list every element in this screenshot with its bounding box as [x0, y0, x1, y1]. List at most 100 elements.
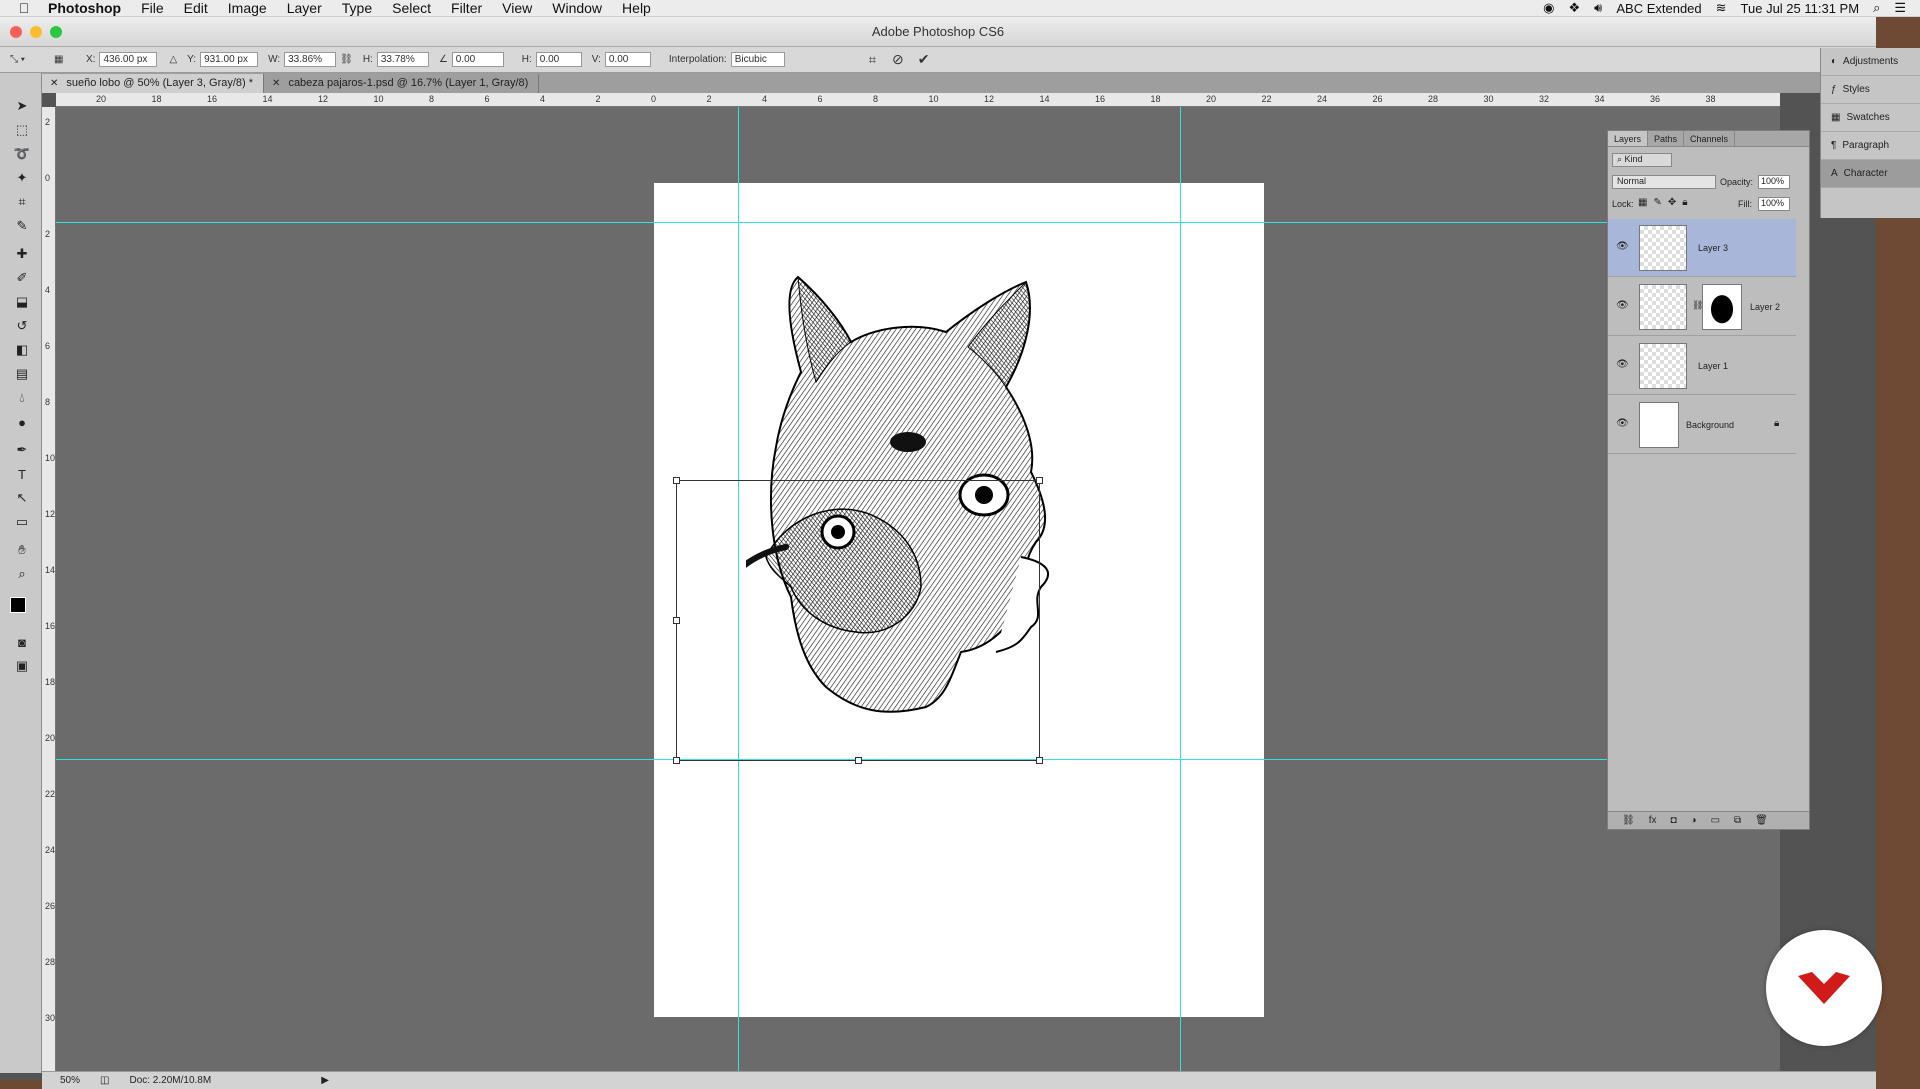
- commit-transform-icon[interactable]: ✔: [918, 51, 930, 68]
- blur-tool-icon[interactable]: 💧︎: [12, 389, 32, 407]
- magic-wand-icon[interactable]: ✦: [12, 169, 32, 187]
- lasso-tool-icon[interactable]: ➰: [12, 145, 32, 163]
- tab-paths[interactable]: Paths: [1648, 131, 1685, 146]
- delta-icon[interactable]: △: [169, 54, 177, 65]
- transform-handle[interactable]: [673, 617, 680, 624]
- eyedropper-icon[interactable]: ✎: [12, 217, 32, 235]
- canvas-area[interactable]: [56, 107, 1780, 1071]
- trash-icon[interactable]: 🗑︎: [1755, 815, 1768, 826]
- fx-icon[interactable]: fx: [1649, 815, 1657, 826]
- angle-field[interactable]: 0.00: [451, 52, 504, 67]
- kind-filter[interactable]: ⌕ Kind: [1612, 153, 1672, 167]
- cancel-transform-icon[interactable]: ⊘: [892, 51, 904, 68]
- dodge-tool-icon[interactable]: ●: [12, 413, 32, 431]
- stamp-tool-icon[interactable]: ⬓: [12, 293, 32, 311]
- guide-horizontal[interactable]: [56, 222, 1780, 223]
- eye-icon[interactable]: 👁︎: [1616, 241, 1629, 252]
- history-brush-icon[interactable]: ↺: [12, 317, 32, 335]
- dock-character[interactable]: A Character: [1821, 160, 1920, 188]
- height-field[interactable]: 33.78%: [376, 52, 429, 67]
- menu-view[interactable]: View: [492, 0, 542, 17]
- eye-icon[interactable]: 👁︎: [1616, 418, 1629, 429]
- y-field[interactable]: 931.00 px: [200, 52, 259, 67]
- dock-adjustments[interactable]: ◐ Adjustments: [1821, 48, 1920, 76]
- type-tool-icon[interactable]: T: [12, 465, 32, 483]
- transform-handle[interactable]: [673, 477, 680, 484]
- layer-row-layer-1[interactable]: 👁︎ Layer 1: [1608, 337, 1796, 395]
- screen-mode-icon[interactable]: ▣: [12, 657, 32, 675]
- tab-sueno-lobo[interactable]: ✕ sueño lobo @ 50% (Layer 3, Gray/8) *: [42, 74, 265, 93]
- crop-tool-icon[interactable]: ⌗: [12, 193, 32, 211]
- menu-filter[interactable]: Filter: [441, 0, 492, 17]
- tab-channels[interactable]: Channels: [1684, 131, 1736, 146]
- transform-bounding-box[interactable]: [673, 477, 1043, 764]
- zoom-tool-icon[interactable]: ⌕: [12, 565, 32, 583]
- close-tab-icon[interactable]: ✕: [50, 78, 58, 89]
- clock[interactable]: Tue Jul 25 11:31 PM: [1741, 1, 1860, 16]
- dock-swatches[interactable]: ▦ Swatches: [1821, 104, 1920, 132]
- transform-tool-icon[interactable]: ⤡ ▾: [10, 54, 50, 65]
- link-icon[interactable]: ⛓: [340, 54, 353, 65]
- transform-handle[interactable]: [1036, 477, 1043, 484]
- zoom-icon[interactable]: [50, 26, 62, 38]
- transform-handle[interactable]: [1036, 757, 1043, 764]
- adjustment-layer-icon[interactable]: ◑: [1691, 815, 1697, 826]
- marquee-tool-icon[interactable]: ⬚: [12, 121, 32, 139]
- menu-window[interactable]: Window: [542, 0, 612, 17]
- input-source[interactable]: ABC Extended: [1616, 1, 1701, 16]
- apple-icon[interactable]: : [14, 0, 34, 16]
- warp-icon[interactable]: ⌗: [869, 52, 876, 68]
- shape-tool-icon[interactable]: ▭: [12, 513, 32, 531]
- blend-mode-select[interactable]: Normal: [1612, 175, 1716, 189]
- path-select-icon[interactable]: ↖: [12, 489, 32, 507]
- fill-field[interactable]: 100%: [1758, 197, 1790, 211]
- foreground-color[interactable]: [10, 597, 26, 613]
- menu-select[interactable]: Select: [382, 0, 441, 17]
- dropbox-icon[interactable]: ❖: [1569, 0, 1581, 16]
- menu-app[interactable]: Photoshop: [34, 0, 131, 17]
- minimize-icon[interactable]: [30, 26, 42, 38]
- menu-help[interactable]: Help: [612, 0, 661, 17]
- menu-image[interactable]: Image: [218, 0, 277, 17]
- menu-edit[interactable]: Edit: [174, 0, 218, 17]
- new-layer-icon[interactable]: ⧉: [1734, 815, 1741, 826]
- quick-mask-icon[interactable]: ◙: [12, 633, 32, 651]
- notification-icon[interactable]: ☰: [1894, 0, 1906, 16]
- close-tab-icon[interactable]: ✕: [272, 78, 280, 89]
- wifi-icon[interactable]: ≋: [1716, 0, 1727, 16]
- dock-paragraph[interactable]: ¶ Paragraph: [1821, 132, 1920, 160]
- layer-row-background[interactable]: 👁︎ Background 🔒︎: [1608, 396, 1796, 454]
- layer-row-layer-3[interactable]: 👁︎ Layer 3: [1608, 219, 1796, 277]
- layer-name[interactable]: Layer 3: [1698, 243, 1728, 253]
- menu-layer[interactable]: Layer: [277, 0, 332, 17]
- eye-icon[interactable]: 👁︎: [1616, 359, 1629, 370]
- link-layers-icon[interactable]: ⛓: [1622, 815, 1635, 826]
- record-icon[interactable]: ◉: [1543, 0, 1554, 16]
- add-mask-icon[interactable]: ◘: [1670, 815, 1676, 826]
- zoom-level[interactable]: 50%: [60, 1075, 80, 1086]
- interpolation-select[interactable]: Bicubic: [730, 52, 785, 67]
- status-menu-icon[interactable]: ◫: [100, 1075, 109, 1086]
- lock-icons[interactable]: ▦✎✥🔒︎: [1638, 197, 1694, 208]
- layer-name[interactable]: Layer 2: [1750, 302, 1780, 312]
- gradient-tool-icon[interactable]: ▤: [12, 365, 32, 383]
- hand-tool-icon[interactable]: ✋︎: [12, 541, 32, 559]
- transform-handle[interactable]: [855, 757, 862, 764]
- close-icon[interactable]: [10, 26, 22, 38]
- layer-name[interactable]: Layer 1: [1698, 361, 1728, 371]
- move-tool-icon[interactable]: ➤: [12, 97, 32, 115]
- new-group-icon[interactable]: ▭: [1711, 815, 1720, 826]
- width-field[interactable]: 33.86%: [284, 52, 337, 67]
- pen-tool-icon[interactable]: ✒: [12, 441, 32, 459]
- layer-row-layer-2[interactable]: 👁︎ ⛓ Layer 2: [1608, 278, 1796, 336]
- v-skew-field[interactable]: 0.00: [604, 52, 651, 67]
- opacity-field[interactable]: 100%: [1758, 175, 1790, 189]
- transform-handle[interactable]: [673, 757, 680, 764]
- volume-icon[interactable]: 🔊︎: [1594, 0, 1602, 16]
- tab-layers[interactable]: Layers: [1608, 131, 1649, 146]
- h-skew-field[interactable]: 0.00: [535, 52, 582, 67]
- guide-vertical[interactable]: [1180, 107, 1181, 1071]
- x-field[interactable]: 436.00 px: [99, 52, 158, 67]
- eye-icon[interactable]: 👁︎: [1616, 300, 1629, 311]
- dock-styles[interactable]: ƒ Styles: [1821, 76, 1920, 104]
